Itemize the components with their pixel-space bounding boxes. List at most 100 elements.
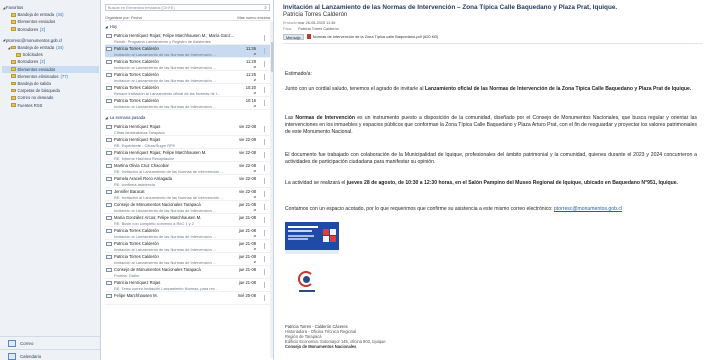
message-row[interactable]: Consejo de Monumentos Nacionales Tarapac… [105, 266, 272, 279]
flag-icon[interactable] [264, 74, 268, 80]
message-from: Patricia Torres Calderón [114, 72, 159, 77]
flag-icon[interactable] [264, 61, 268, 67]
flag-icon[interactable] [264, 269, 268, 275]
envelope-icon [106, 34, 112, 38]
folder-label: Elementos enviados [17, 66, 56, 72]
email-link[interactable]: ptorresc@monumentos.gob.cl [554, 206, 622, 212]
collapse-arrow-icon[interactable]: ◢ [105, 116, 108, 120]
message-row[interactable]: María González Arcos; Felipe Marchhausen… [105, 214, 272, 227]
message-row[interactable]: Consejo de Monumentos Nacionales Tarapac… [105, 201, 272, 214]
flag-icon[interactable] [264, 230, 268, 236]
message-row[interactable]: Patricia Henríquez Rojas; Felipe Marchha… [105, 32, 272, 45]
folder-item[interactable]: Borradores [2] [2, 58, 99, 65]
envelope-icon [106, 138, 112, 142]
attachment-icon: ⌀ [253, 103, 256, 108]
attachment-icon: ⌀ [253, 77, 256, 82]
message-from: Patricia Henríquez Rojas; Felipe Marchha… [114, 33, 234, 38]
folder-item[interactable]: Bandeja de salida [2, 80, 99, 87]
message-row[interactable]: Pamela Araceli Roco Arriagada vie 22-08 RE… [105, 175, 272, 188]
folder-item[interactable]: Fuentes RSS [2, 101, 99, 108]
search-icon[interactable]: ⌕ [264, 5, 267, 11]
message-row[interactable]: Jennifer Baracat vie 22-08 RE: Invitación … [105, 188, 272, 201]
message-row[interactable]: Martina Olivia Cruz Chacobar vie 22-08 RE:… [105, 162, 272, 175]
folder-item[interactable]: Carpetas de búsqueda [2, 87, 99, 94]
message-preview: RE: Texto correo invitación Lanzamiento … [114, 285, 218, 291]
flag-icon[interactable] [264, 204, 268, 210]
calendar-module-button[interactable]: Calendario [0, 349, 100, 360]
flag-icon[interactable] [264, 256, 268, 262]
flag-icon[interactable] [264, 295, 268, 301]
message-sender[interactable]: Patricia Torres Calderón [283, 12, 347, 18]
message-preview: RE: confirma asistencia [114, 181, 155, 187]
message-preview: Invitación al Lanzamiento de las Normas … [114, 64, 217, 70]
list-scrollbar[interactable] [270, 22, 273, 358]
message-row[interactable]: Patricia Henríquez Rojas vie 22-08 RE: Exp… [105, 136, 272, 149]
folder-item[interactable]: Borradores [2] [2, 26, 99, 33]
greeting: Estimado/a: [285, 71, 312, 77]
message-row[interactable]: Patricia Henríquez Rojas vie 22-08 Cifras … [105, 123, 272, 136]
attachment-file[interactable]: Normas de Intervención de la Zona Típica… [313, 34, 438, 39]
flag-icon[interactable] [264, 87, 268, 93]
flag-icon[interactable] [264, 217, 268, 223]
envelope-icon [106, 73, 112, 77]
folder-item[interactable]: Elementos enviados [2, 18, 99, 25]
sort-order-button[interactable]: Más nuevo encima [237, 15, 270, 20]
message-row[interactable]: Patricia Torres Calderón jue 21-08 Invitac… [105, 227, 272, 240]
message-row[interactable]: Patricia Torres Calderón 11:29 Invitación … [105, 58, 272, 71]
folder-item[interactable]: ◢ Favoritos [2, 4, 99, 11]
sort-by-button[interactable]: Organizar por: Fecha [105, 15, 142, 20]
attachment-icon: ⌀ [253, 168, 256, 173]
folder-item[interactable]: ◢ Bandeja de entrada (34) [2, 44, 99, 51]
flag-icon[interactable] [264, 126, 268, 132]
folder-pane: ◢ Favoritos Bandeja de entrada (34) Elemento… [0, 0, 101, 360]
message-row[interactable]: Patricia Torres Calderón jue 21-08 Invitac… [105, 240, 272, 253]
message-preview: Invitación al Lanzamiento de las Normas … [114, 259, 217, 265]
flag-icon[interactable] [264, 165, 268, 171]
flag-icon[interactable] [264, 48, 268, 54]
message-from: Patricia Torres Calderón [114, 46, 159, 51]
mail-module-button[interactable]: Correo [0, 336, 100, 349]
message-row[interactable]: Patricia Henríquez Rojas jue 21-08 RE: Tex… [105, 279, 272, 292]
message-from: Pamela Araceli Roco Arriagada [114, 176, 172, 181]
group-label: La semana pasada [109, 115, 146, 120]
list-scrollbar-thumb[interactable] [270, 42, 273, 72]
message-from: Patricia Henríquez Rojas; Felipe Marchha… [114, 150, 207, 155]
folder-count: [2] [40, 26, 45, 32]
message-row[interactable]: Patricia Torres Calderón jue 21-08 Invitac… [105, 253, 272, 266]
flag-icon[interactable] [264, 191, 268, 197]
message-row[interactable]: Patricia Torres Calderón 11:25 Invitación … [105, 71, 272, 84]
message-preview: Invitación al Lanzamiento de las Normas … [114, 233, 217, 239]
list-group-header[interactable]: ◢ Hoy [105, 23, 117, 30]
folder-item[interactable]: Bandeja de entrada (34) [2, 11, 99, 18]
paragraph-4-bold: jueves 28 de agosto, de 10:30 a 12:30 ho… [346, 180, 678, 186]
folder-count: (34) [56, 12, 64, 18]
envelope-icon [106, 229, 112, 233]
message-row[interactable]: Patricia Torres Calderón 10:20 Rehace invi… [105, 84, 272, 97]
folder-item[interactable]: Correo no deseado [2, 94, 99, 101]
message-row[interactable]: Patricia Torres Calderón 10:16 Invitación … [105, 97, 272, 110]
flag-icon[interactable] [264, 243, 268, 249]
to-value[interactable]: Patricia Torres Calderón [298, 27, 339, 31]
folder-label: Elementos enviados [17, 19, 56, 25]
folder-item[interactable]: Solicitudes [2, 51, 99, 58]
folder-item[interactable]: Elementos eliminados (77) [2, 73, 99, 80]
message-row[interactable]: Patricia Torres Calderón 11:36 Invitación … [105, 45, 272, 58]
flag-icon[interactable] [264, 282, 268, 288]
collapse-arrow-icon[interactable]: ◢ [105, 25, 108, 29]
flag-icon[interactable] [264, 35, 268, 41]
message-row[interactable]: Patricia Henríquez Rojas; Felipe Marchha… [105, 149, 272, 162]
flag-icon[interactable] [264, 178, 268, 184]
folder-item[interactable]: ◢ ptorresc@monumentos.gob.cl [2, 37, 99, 44]
flag-icon[interactable] [264, 139, 268, 145]
search-input[interactable]: Buscar en Elementos enviados (Ctrl+E) ⌕ [105, 4, 270, 11]
message-row[interactable]: Felipe Marchhausen M. mié 20-08 [105, 292, 272, 305]
message-tab[interactable]: Mensaje [283, 33, 304, 40]
envelope-icon [106, 47, 112, 51]
paragraph-1: Junto con un cordial saludo, tenemos el … [285, 86, 697, 93]
flag-icon[interactable] [264, 100, 268, 106]
message-date: mié 20-08 [237, 293, 256, 298]
flag-icon[interactable] [264, 152, 268, 158]
message-from: María González Arcos; Felipe Marchhausen… [114, 215, 202, 220]
folder-item[interactable]: Elementos enviados [2, 65, 99, 73]
list-group-header[interactable]: ◢ La semana pasada [105, 114, 145, 121]
